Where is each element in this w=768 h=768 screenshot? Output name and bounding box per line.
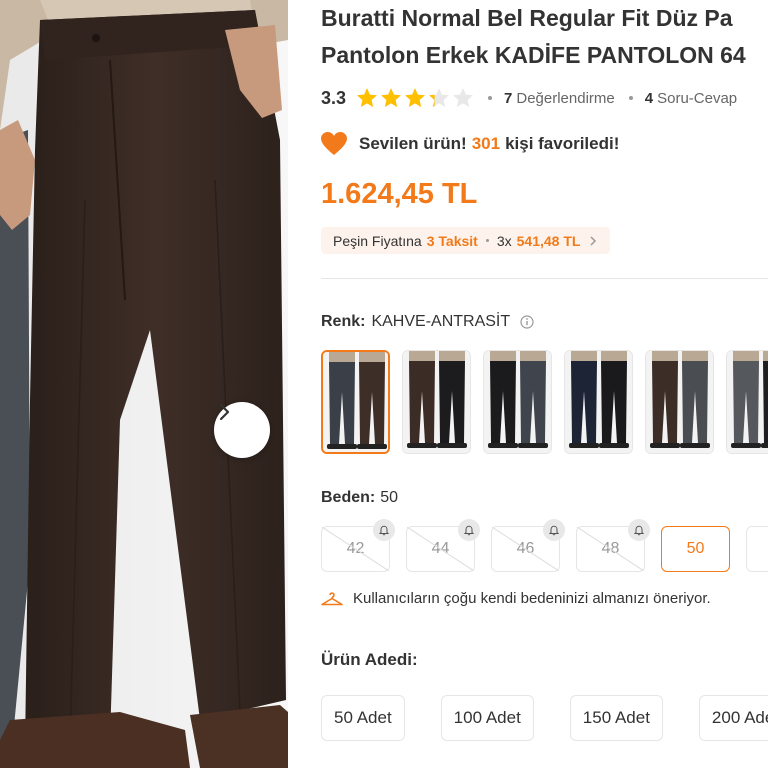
review-count[interactable]: 7	[504, 90, 512, 107]
star-icon	[357, 88, 377, 108]
product-price: 1.624,45 TL	[321, 178, 478, 210]
color-swatch-gri-siyah[interactable]	[726, 350, 768, 454]
bell-icon[interactable]	[543, 519, 565, 541]
star-icon	[405, 88, 425, 108]
next-image-button[interactable]	[214, 402, 270, 458]
installment-multiplier: 3x	[496, 232, 512, 249]
color-swatch-siyah-antrasit[interactable]	[483, 350, 552, 454]
selected-size: 50	[380, 489, 399, 506]
rating-stars[interactable]	[356, 87, 474, 109]
chevron-right-icon	[590, 235, 597, 246]
bell-icon[interactable]	[373, 519, 395, 541]
rating-score: 3.3	[321, 87, 347, 108]
size-advice: Kullanıcıların çoğu kendi bedeninizi alm…	[321, 590, 711, 607]
product-photo	[0, 0, 288, 768]
quantity-label: Ürün Adedi:	[321, 650, 418, 669]
size-option-42[interactable]: 42	[321, 519, 395, 572]
installment-amount: 541,48 TL	[516, 232, 581, 249]
qa-link[interactable]: Soru-Cevap	[657, 90, 737, 107]
rating-row: 3.3 7 Değerlendirme 4 Soru-Cevap	[321, 86, 751, 110]
size-option-48[interactable]: 48	[576, 519, 650, 572]
bell-icon[interactable]	[628, 519, 650, 541]
quantity-option-50[interactable]: 50 Adet	[321, 695, 405, 741]
size-option-52[interactable]: 52	[746, 526, 768, 572]
swatch-thumbnail	[565, 351, 632, 453]
size-option-44[interactable]: 44	[406, 519, 480, 572]
reviews-link[interactable]: Değerlendirme	[516, 90, 614, 107]
quantity-option-200[interactable]: 200 Adet	[698, 695, 768, 741]
favorite-count: 301	[471, 134, 501, 153]
swatch-thumbnail	[727, 351, 768, 453]
info-icon[interactable]	[520, 315, 534, 329]
selected-color: KAHVE-ANTRASİT	[371, 313, 511, 330]
divider	[321, 278, 768, 279]
installment-taksit: 3 Taksit	[426, 232, 478, 249]
size-options: 42444648 50 52	[321, 519, 768, 572]
star-icon	[381, 88, 401, 108]
quantity-options: 50 Adet 100 Adet 150 Adet 200 Adet	[321, 695, 768, 741]
quantity-option-150[interactable]: 150 Adet	[569, 695, 663, 741]
size-option-46[interactable]: 46	[491, 519, 565, 572]
brand-link[interactable]: Buratti	[321, 5, 395, 31]
swatch-thumbnail	[323, 352, 388, 452]
qa-count[interactable]: 4	[645, 90, 653, 107]
swatch-thumbnail	[646, 351, 713, 453]
chevron-right-icon	[219, 403, 230, 421]
product-image-gallery[interactable]	[0, 0, 288, 768]
color-label: Renk:	[321, 313, 366, 330]
bell-icon[interactable]	[458, 519, 480, 541]
size-label: Beden:	[321, 489, 376, 506]
color-swatch-kahve-siyah[interactable]	[402, 350, 471, 454]
size-label-row: Beden: 50	[321, 489, 398, 507]
color-label-row: Renk: KAHVE-ANTRASİT	[321, 313, 534, 331]
separator-dot	[488, 96, 493, 100]
installment-badge[interactable]: Peşin Fiyatına 3 Taksit 3x 541,48 TL	[321, 227, 611, 254]
color-swatch-antrasit-kahve[interactable]	[321, 350, 390, 454]
hanger-icon	[321, 591, 343, 605]
product-title-line2: Pantolon Erkek KADİFE PANTOLON 64	[321, 42, 746, 68]
color-swatch-lacivert-siyah[interactable]	[564, 350, 633, 454]
color-swatches	[321, 350, 768, 454]
favorite-suffix: kişi favoriledi!	[505, 134, 620, 153]
favorite-banner: Sevilen ürün! 301 kişi favoriledi!	[321, 131, 619, 157]
size-advice-text: Kullanıcıların çoğu kendi bedeninizi alm…	[353, 590, 711, 607]
size-option-label: 50	[686, 540, 705, 557]
size-option-50[interactable]: 50	[661, 526, 730, 572]
swatch-thumbnail	[403, 351, 470, 453]
color-swatch-kahve-gri[interactable]	[645, 350, 714, 454]
star-icon	[429, 88, 449, 108]
separator-dot	[628, 96, 633, 100]
star-icon	[453, 88, 473, 108]
quantity-option-100[interactable]: 100 Adet	[440, 695, 534, 741]
favorite-prefix: Sevilen ürün!	[359, 134, 467, 153]
product-title: Buratti Normal Bel Regular Fit Düz Pa Pa…	[321, 0, 768, 74]
swatch-thumbnail	[484, 351, 551, 453]
product-title-line1: Normal Bel Regular Fit Düz Pa	[401, 5, 733, 31]
separator-dot	[485, 239, 489, 242]
heart-icon	[321, 132, 347, 155]
installment-label: Peşin Fiyatına	[333, 232, 422, 249]
product-info-panel: Buratti Normal Bel Regular Fit Düz Pa Pa…	[321, 0, 768, 768]
